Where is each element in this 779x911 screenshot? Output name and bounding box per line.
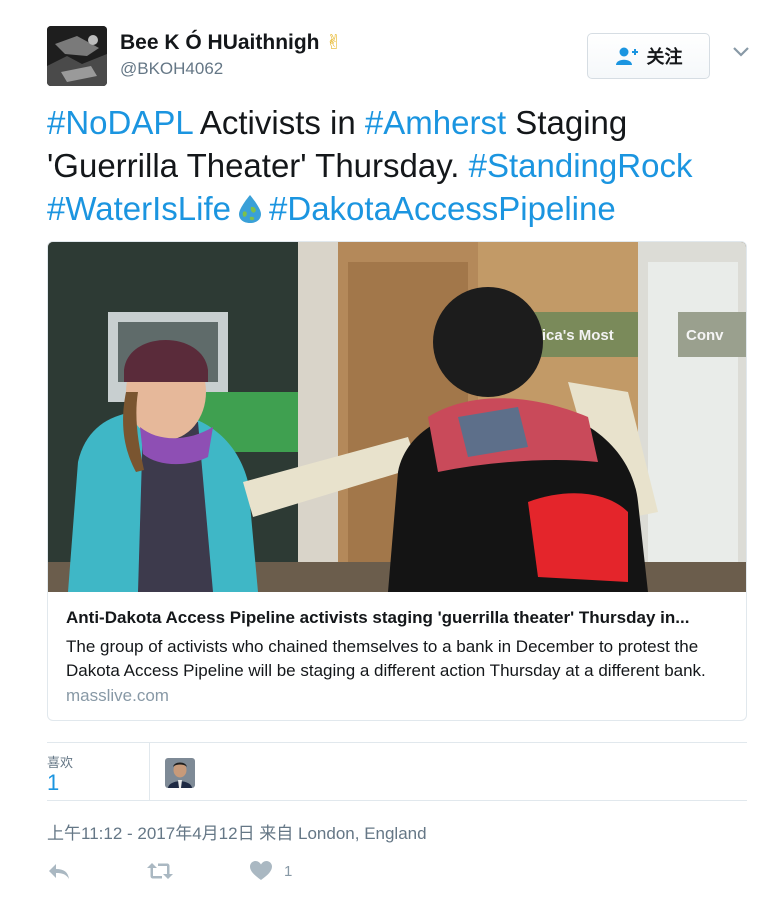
card-image[interactable]: rica's Most Conv [48, 242, 746, 592]
follow-label: 关注 [646, 47, 683, 67]
tweet-actions: 1 [47, 857, 347, 887]
hashtag-link[interactable]: #WaterIsLife [47, 190, 231, 227]
like-count: 1 [284, 862, 293, 880]
earth-droplet-icon [239, 195, 262, 223]
like-button[interactable]: 1 [250, 857, 292, 885]
sign-text: Conv [686, 327, 724, 344]
hashtag-link[interactable]: #Amherst [365, 104, 506, 141]
reply-icon [49, 864, 69, 879]
tweet-stats: 喜欢 1 [47, 742, 747, 801]
chevron-down-icon[interactable] [730, 40, 752, 62]
follow-button[interactable]: 关注 [587, 33, 710, 79]
victory-hand-icon: ✌ [325, 32, 343, 54]
retweet-icon [147, 863, 173, 879]
stats-divider [149, 743, 150, 800]
add-user-icon [615, 47, 638, 65]
heart-icon [250, 861, 272, 880]
likes-label: 喜欢 [47, 755, 74, 770]
user-avatar[interactable] [47, 26, 107, 86]
retweet-button[interactable] [147, 857, 173, 885]
link-card[interactable]: rica's Most Conv Anti-Dakota Access Pipe… [47, 241, 747, 721]
tweet-header: Bee K Ó HUaithnigh ✌ @BKOH4062 关注 [47, 26, 752, 88]
hashtag-link[interactable]: #DakotaAccessPipeline [269, 190, 616, 227]
card-description: The group of activists who chained thems… [66, 637, 706, 680]
sign-text: rica's Most [536, 327, 614, 344]
liker-avatar[interactable] [165, 758, 195, 788]
hashtag-link[interactable]: #NoDAPL [47, 104, 193, 141]
tweet-text-segment: Activists in [192, 104, 365, 141]
reply-button[interactable] [47, 857, 71, 885]
likes-count[interactable]: 1 [47, 770, 59, 796]
user-handle[interactable]: @BKOH4062 [120, 59, 223, 79]
display-name[interactable]: Bee K Ó HUaithnigh ✌ [120, 30, 342, 55]
display-name-text: Bee K Ó HUaithnigh [120, 31, 320, 54]
card-domain: masslive.com [66, 686, 169, 705]
card-title: Anti-Dakota Access Pipeline activists st… [66, 608, 690, 627]
tweet-text: #NoDAPL Activists in #Amherst Staging 'G… [47, 101, 747, 230]
tweet-timestamp[interactable]: 上午11:12 - 2017年4月12日 来自 London, England [47, 819, 427, 844]
hashtag-link[interactable]: #StandingRock [469, 147, 693, 184]
